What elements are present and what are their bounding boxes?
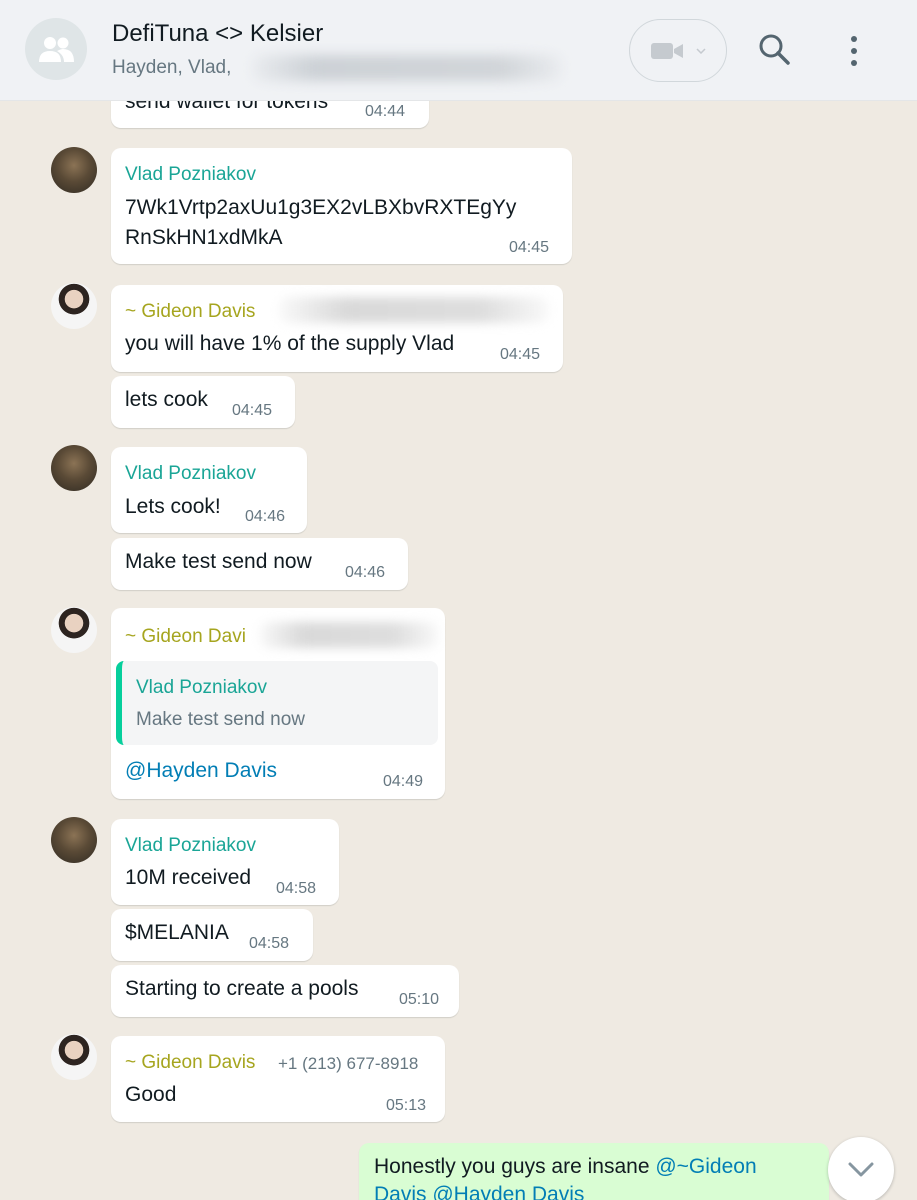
chat-header: DefiTuna <> Kelsier Hayden, Vlad,: [0, 0, 917, 101]
message-text: Starting to create a pools: [125, 977, 359, 1000]
message-bubble[interactable]: ~ Gideon Davis you will have 1% of the s…: [111, 285, 563, 372]
message-bubble[interactable]: Vlad Pozniakov 7Wk1Vrtp2axUu1g3EX2vLBXbv…: [111, 148, 572, 264]
chevron-down-icon: [696, 47, 706, 54]
scroll-to-bottom-button[interactable]: [828, 1137, 894, 1200]
avatar[interactable]: [51, 445, 97, 491]
mention-link[interactable]: @~Gideon: [655, 1155, 756, 1178]
message-text: Lets cook!: [125, 495, 221, 518]
message-time: 04:45: [509, 239, 550, 256]
video-call-button[interactable]: [629, 19, 727, 82]
message-text: $MELANIA: [125, 921, 229, 944]
message-time: 04:49: [383, 773, 424, 790]
mention-link[interactable]: Davis @Hayden Davis: [374, 1183, 584, 1200]
message-time: 04:58: [249, 935, 290, 952]
message-text: Honestly you guys are insane @~Gideon: [374, 1155, 757, 1179]
message-bubble[interactable]: Make test send now 04:46: [111, 538, 408, 590]
video-call-icon: [651, 42, 683, 59]
message-bubble[interactable]: Vlad Pozniakov Lets cook! 04:46: [111, 447, 307, 533]
message-text: Good: [125, 1083, 177, 1106]
sender-name[interactable]: Vlad Pozniakov: [125, 164, 256, 186]
avatar[interactable]: [51, 1034, 97, 1080]
group-avatar-icon[interactable]: [25, 18, 87, 80]
message-text: you will have 1% of the supply Vlad: [125, 332, 455, 355]
avatar[interactable]: [51, 607, 97, 653]
message-time: 04:46: [245, 508, 286, 525]
sender-phone: +1 (213) 677-8918: [278, 1054, 419, 1073]
sender-name[interactable]: ~ Gideon Davis: [125, 1052, 255, 1074]
sender-name[interactable]: ~ Gideon Davi: [125, 626, 246, 648]
message-bubble[interactable]: ~ Gideon Davis +1 (213) 677-8918 Good 05…: [111, 1036, 445, 1122]
message-bubble[interactable]: Starting to create a pools 05:10: [111, 965, 459, 1017]
message-time: 04:58: [276, 880, 317, 897]
kebab-menu-icon[interactable]: [840, 34, 868, 68]
message-bubble[interactable]: $MELANIA 04:58: [111, 909, 313, 961]
outgoing-message-bubble[interactable]: Honestly you guys are insane @~Gideon Da…: [359, 1143, 829, 1200]
message-text-plain: Honestly you guys are insane: [374, 1155, 656, 1178]
message-time: 04:46: [345, 564, 386, 581]
redacted-participants: [252, 55, 562, 81]
message-text: 7Wk1Vrtp2axUu1g3EX2vLBXbvRXTEgYy: [125, 196, 517, 219]
sender-name[interactable]: Vlad Pozniakov: [125, 463, 256, 485]
message-time: 05:10: [399, 991, 440, 1008]
chat-participants[interactable]: Hayden, Vlad,: [112, 57, 231, 79]
message-text: Make test send now: [125, 550, 312, 573]
redacted-phone: [259, 622, 439, 648]
redacted-phone: [279, 297, 549, 323]
message-text: lets cook: [125, 388, 208, 411]
avatar[interactable]: [51, 283, 97, 329]
avatar[interactable]: [51, 147, 97, 193]
chat-title[interactable]: DefiTuna <> Kelsier: [112, 20, 323, 48]
chevron-down-icon: [848, 1162, 874, 1177]
avatar[interactable]: [51, 817, 97, 863]
message-text: RnSkHN1xdMkA: [125, 226, 283, 249]
quoted-message[interactable]: Vlad Pozniakov Make test send now: [116, 661, 438, 745]
message-time: 04:44: [365, 103, 406, 120]
message-bubble[interactable]: lets cook 04:45: [111, 376, 295, 428]
mention-link[interactable]: @Hayden Davis: [125, 759, 277, 783]
message-time: 04:45: [500, 346, 541, 363]
quote-text: Make test send now: [136, 709, 305, 730]
message-time: 05:13: [386, 1097, 427, 1114]
search-icon[interactable]: [756, 31, 792, 67]
sender-name[interactable]: ~ Gideon Davis: [125, 301, 255, 323]
quote-sender: Vlad Pozniakov: [136, 677, 267, 698]
message-text: 10M received: [125, 866, 252, 889]
message-time: 04:45: [232, 402, 273, 419]
message-bubble[interactable]: Vlad Pozniakov 10M received 04:58: [111, 819, 339, 905]
sender-name[interactable]: Vlad Pozniakov: [125, 835, 256, 857]
